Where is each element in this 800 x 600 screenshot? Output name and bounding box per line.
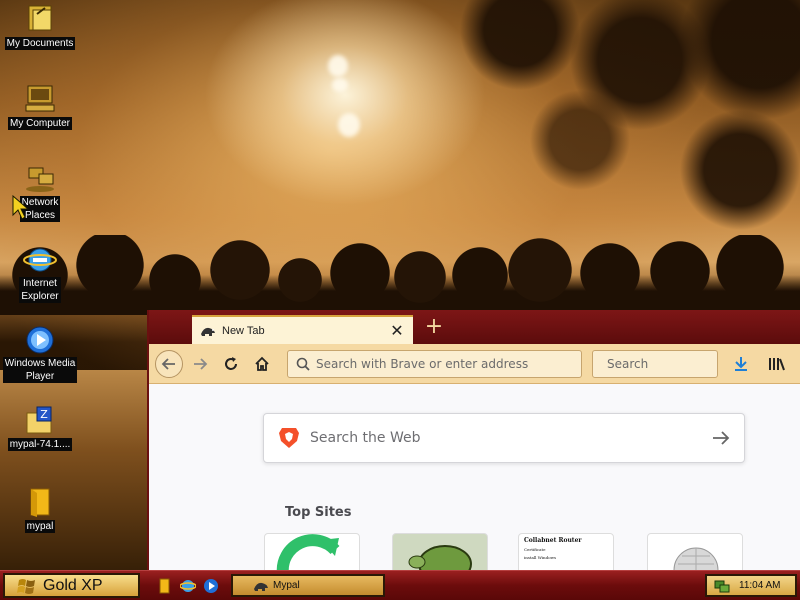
mypal-favicon-icon [201, 327, 215, 336]
wallpaper-trees [0, 235, 800, 315]
brave-logo-icon [279, 428, 299, 448]
search-icon [296, 357, 310, 371]
wallpaper-water [0, 370, 150, 570]
reload-button[interactable] [217, 350, 245, 378]
close-tab-icon[interactable]: ✕ [389, 321, 405, 340]
address-input[interactable] [316, 356, 573, 371]
desktop-icon-mypal-archive[interactable]: Z mypal-74.1.... [0, 405, 80, 451]
globe-thumbnail-icon [673, 547, 719, 570]
downloads-button[interactable] [728, 351, 754, 377]
desktop-icon-my-documents[interactable]: My Documents [0, 4, 80, 50]
system-tray: 11:04 AM [705, 574, 797, 597]
my-computer-icon [23, 84, 57, 114]
new-tab-button[interactable]: + [422, 316, 446, 340]
library-icon [769, 357, 785, 370]
tab-new-tab[interactable]: New Tab ✕ [192, 315, 413, 344]
network-tray-icon[interactable] [713, 578, 731, 594]
top-site-thumbnail [408, 545, 472, 570]
top-site-thumbnail [276, 534, 340, 570]
tab-title: New Tab [222, 324, 265, 337]
forward-button[interactable] [186, 350, 214, 378]
mouse-cursor-icon [12, 195, 30, 220]
quick-launch-internet-explorer[interactable] [178, 576, 197, 595]
start-label: Gold XP [43, 576, 103, 594]
zip-archive-icon: Z [23, 405, 57, 435]
mypal-favicon-icon [254, 582, 268, 591]
desktop-icon-label: Windows Media Player [2, 357, 78, 383]
top-site-tile[interactable] [392, 533, 488, 570]
top-site-tile[interactable] [264, 533, 360, 570]
wallpaper-light [338, 113, 360, 137]
windows-media-player-icon [203, 578, 218, 593]
desktop-icon-label: My Documents [4, 37, 76, 50]
desktop-icon-internet-explorer[interactable]: Internet Explorer [0, 245, 80, 303]
download-icon [735, 356, 747, 371]
network-places-icon [23, 164, 57, 194]
quick-launch [155, 576, 220, 595]
desktop-icon-windows-media-player[interactable]: Windows Media Player [0, 325, 80, 383]
web-search-box[interactable] [263, 413, 745, 463]
library-button[interactable] [764, 351, 790, 377]
my-documents-icon [23, 4, 57, 34]
clock[interactable]: 11:04 AM [739, 580, 781, 591]
top-sites-heading: Top Sites [285, 505, 352, 520]
quick-launch-media-player[interactable] [201, 576, 220, 595]
web-search-input[interactable] [310, 430, 712, 446]
new-tab-page: Top Sites Collabnet Router Certificate i… [149, 384, 800, 570]
internet-explorer-icon [179, 579, 196, 592]
address-bar[interactable] [287, 349, 582, 378]
arrow-right-icon[interactable] [712, 430, 730, 446]
tile-title: Collabnet Router [524, 537, 582, 544]
taskbar-button-label: Mypal [273, 580, 300, 591]
arrow-left-icon [161, 357, 175, 370]
top-site-tile[interactable]: Collabnet Router Certificate install Win… [518, 533, 614, 570]
desktop-icon-label: mypal [24, 520, 56, 533]
svg-text:Z: Z [40, 408, 48, 421]
arrow-right-icon [194, 357, 208, 370]
search-bar[interactable] [592, 349, 757, 378]
home-icon [255, 356, 269, 371]
start-button[interactable]: Gold XP [3, 573, 140, 598]
desktop-icon-label: mypal-74.1.... [7, 438, 73, 451]
back-button[interactable] [155, 349, 183, 378]
tile-text: Certificate [524, 547, 546, 552]
wallpaper-light [332, 78, 348, 92]
top-site-tile[interactable] [647, 533, 743, 570]
desktop-icon-mypal-folder[interactable]: mypal [0, 487, 80, 533]
home-button[interactable] [248, 350, 276, 378]
internet-explorer-icon [23, 245, 57, 275]
reload-icon [225, 356, 237, 370]
browser-window: New Tab ✕ + Search with Brave or enter a… [147, 310, 800, 570]
folder-icon [159, 578, 169, 593]
wallpaper-light [328, 55, 348, 77]
quick-launch-folder[interactable] [155, 576, 174, 595]
windows-flag-icon [17, 578, 35, 594]
desktop-icon-label: My Computer [7, 117, 72, 130]
navigation-toolbar [149, 344, 800, 384]
tab-bar: New Tab ✕ + [149, 310, 800, 344]
folder-icon [23, 487, 57, 517]
windows-media-player-icon [23, 325, 57, 355]
desktop-icon-my-computer[interactable]: My Computer [0, 84, 80, 130]
desktop-icon-label: Internet Explorer [19, 277, 61, 303]
taskbar-button-mypal[interactable]: Mypal [231, 574, 385, 597]
taskbar: Gold XP Mypal 11:04 AM [0, 570, 800, 600]
tile-text: install Windows [524, 555, 557, 560]
